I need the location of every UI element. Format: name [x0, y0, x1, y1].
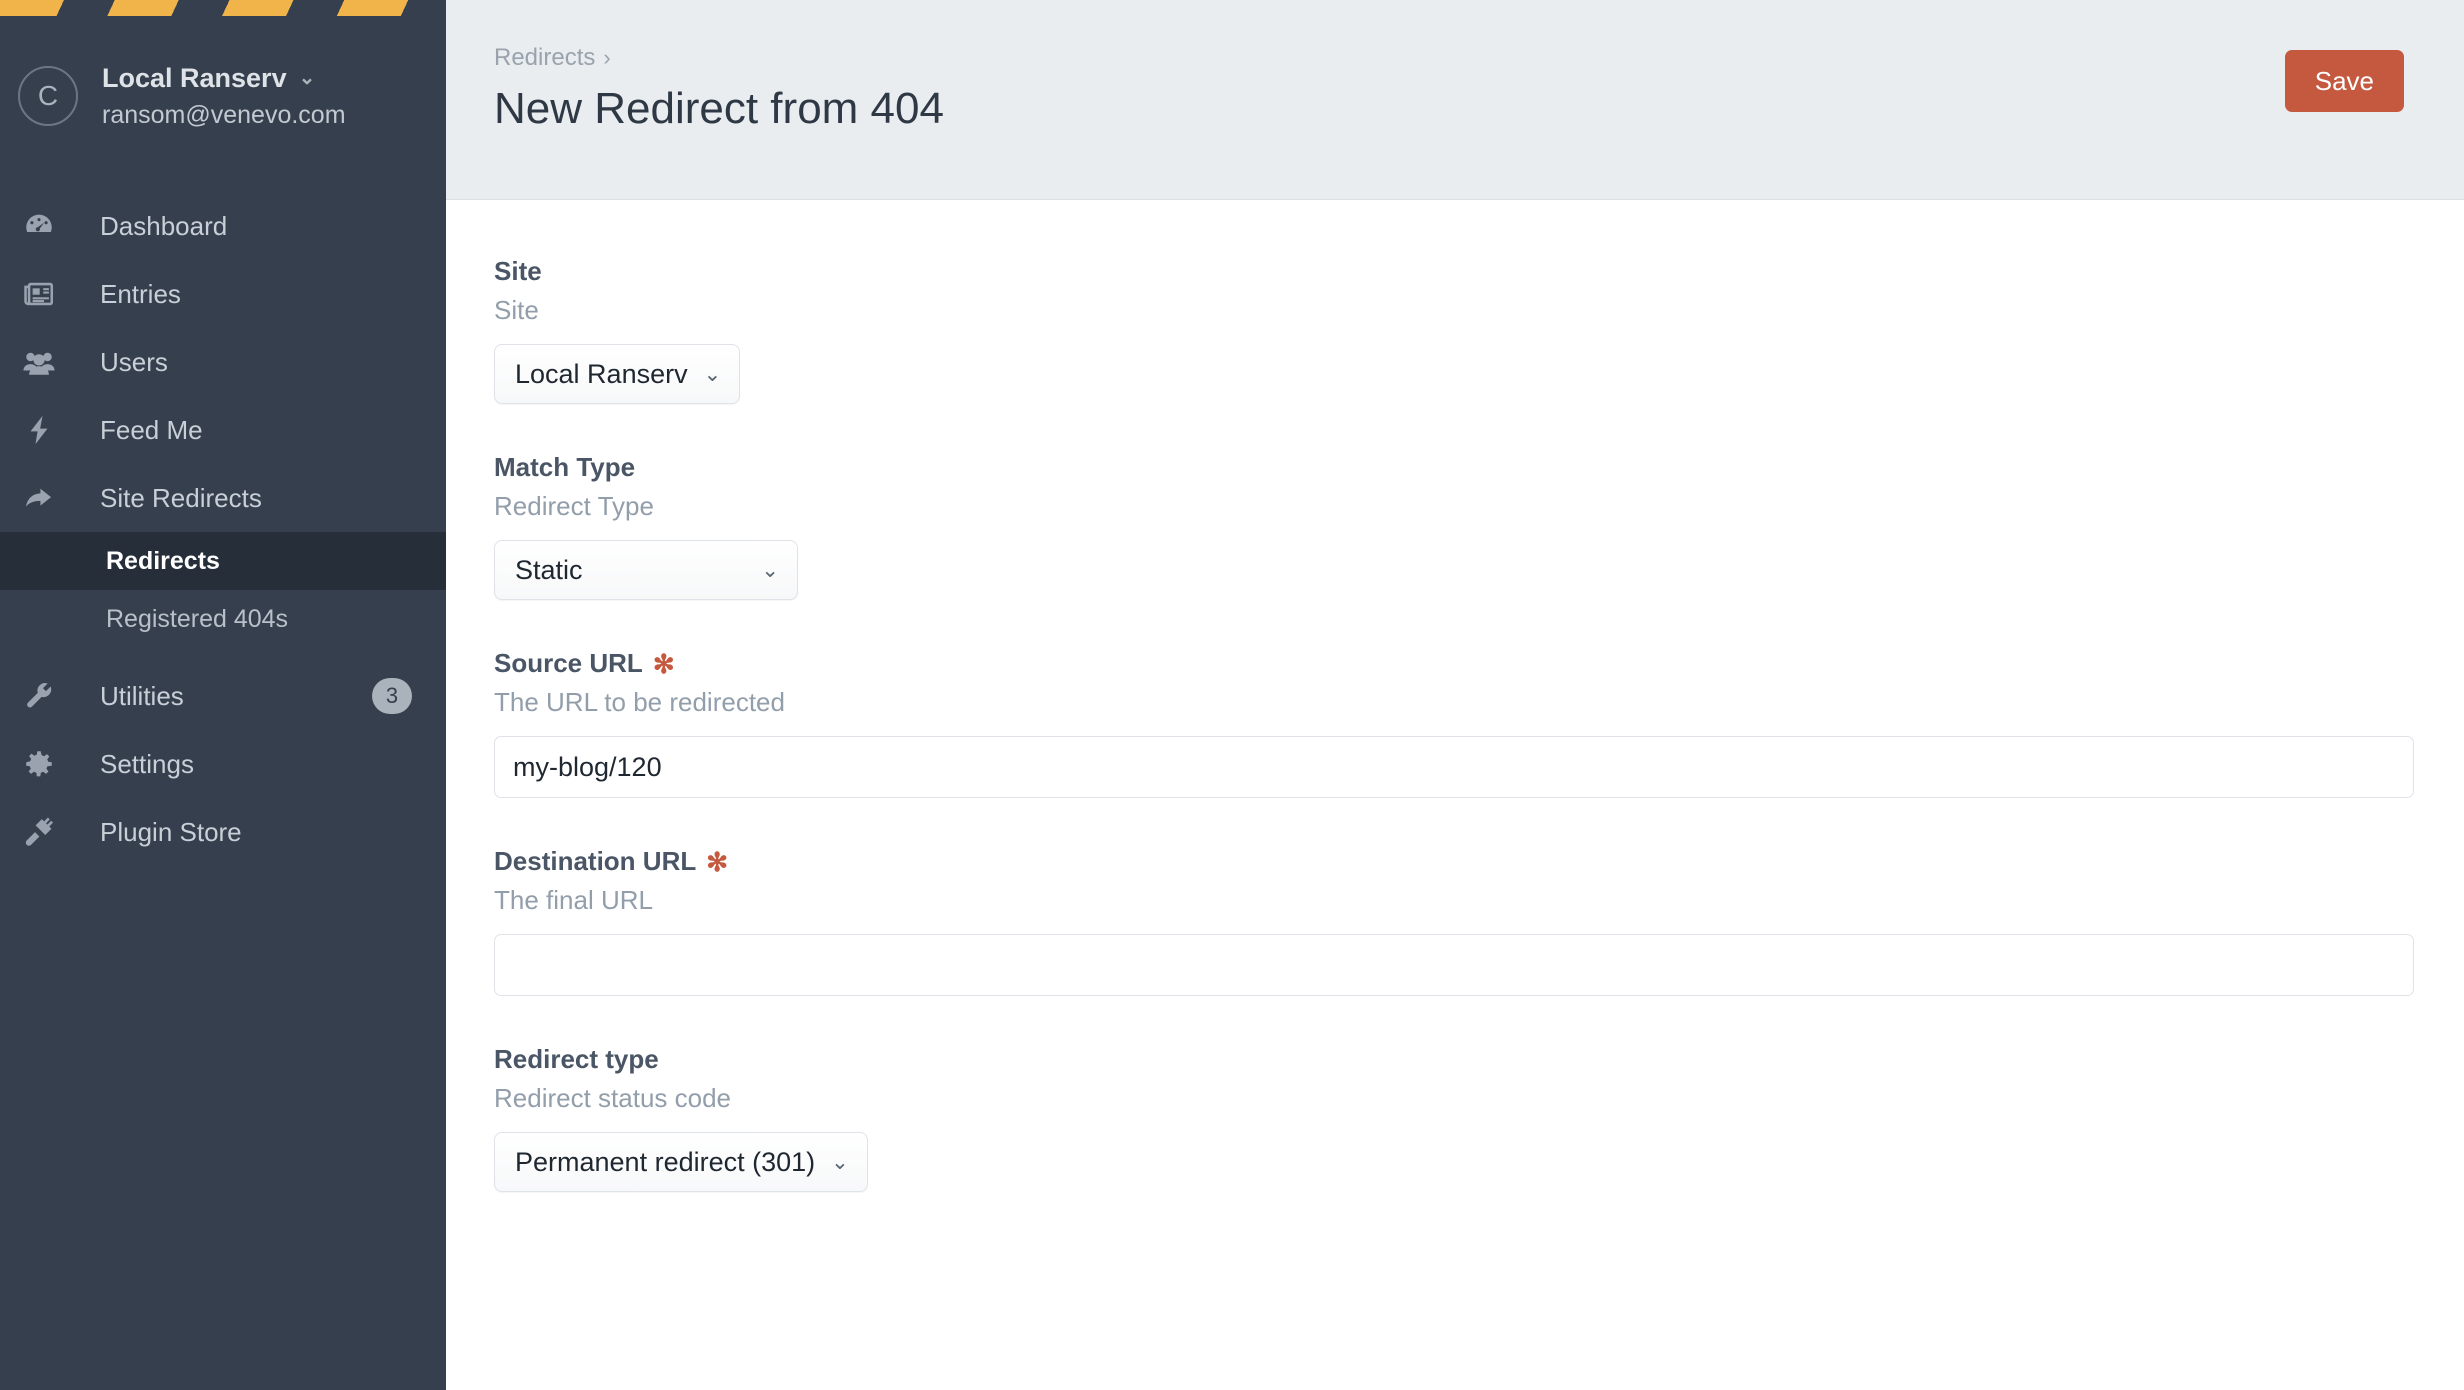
destination-url-input[interactable]	[494, 934, 2414, 996]
gear-icon	[22, 747, 78, 781]
redirect-type-select-value: Permanent redirect (301)	[515, 1146, 816, 1177]
sidebar-item-label: Site Redirects	[100, 482, 262, 513]
field-destination-url-label: Destination URL	[494, 846, 697, 876]
page-title: New Redirect from 404	[494, 84, 944, 133]
sidebar-item-site-redirects[interactable]: Site Redirects	[0, 464, 446, 532]
required-asterisk-icon: ✻	[706, 846, 729, 877]
sidebar: C Local Ranserv ⌄ ransom@venevo.com Dash…	[0, 0, 446, 1390]
breadcrumb: Redirects ›	[494, 44, 944, 72]
chevron-right-icon: ›	[603, 45, 611, 70]
sidebar-subitem-label: Redirects	[106, 546, 220, 575]
account-text: Local Ranserv ⌄ ransom@venevo.com	[102, 62, 346, 131]
dev-mode-stripe	[0, 0, 446, 16]
plug-icon	[22, 815, 78, 849]
save-button[interactable]: Save	[2284, 50, 2404, 112]
sidebar-item-utilities[interactable]: Utilities 3	[0, 662, 446, 730]
gauge-icon	[22, 209, 78, 243]
field-source-url-heading: Source URL ✻	[494, 648, 2416, 679]
field-destination-url: Destination URL ✻ The final URL	[494, 846, 2416, 996]
sidebar-item-label: Entries	[100, 278, 181, 309]
redirect-type-select[interactable]: Permanent redirect (301) ⌄	[494, 1132, 868, 1192]
wrench-icon	[22, 679, 78, 713]
sidebar-item-settings[interactable]: Settings	[0, 730, 446, 798]
match-type-select-value: Static	[515, 554, 583, 585]
redirect-form: Site Site Local Ranserv ⌄ Match Type Red…	[446, 200, 2464, 1192]
avatar: C	[18, 66, 78, 126]
chevron-down-icon: ⌄	[831, 1150, 849, 1174]
site-select[interactable]: Local Ranserv ⌄	[494, 344, 741, 404]
sidebar-item-plugin-store[interactable]: Plugin Store	[0, 798, 446, 866]
sidebar-subitem-label: Registered 404s	[106, 604, 289, 633]
page-header: Redirects › New Redirect from 404 Save	[446, 0, 2464, 200]
field-destination-url-instructions: The final URL	[494, 885, 653, 915]
field-match-type-instructions: Redirect Type	[494, 491, 654, 521]
sidebar-subitem-redirects[interactable]: Redirects	[0, 532, 446, 590]
field-destination-url-heading: Destination URL ✻	[494, 846, 2416, 877]
bolt-icon	[22, 413, 78, 447]
field-site-label: Site	[494, 256, 542, 286]
breadcrumb-link-redirects[interactable]: Redirects	[494, 44, 595, 72]
avatar-initial: C	[37, 80, 59, 111]
field-site-instructions: Site	[494, 295, 539, 325]
site-select-value: Local Ranserv	[515, 358, 688, 389]
sidebar-item-label: Feed Me	[100, 414, 203, 445]
field-redirect-type-heading: Redirect type	[494, 1044, 2416, 1075]
main-content: Redirects › New Redirect from 404 Save S…	[446, 0, 2464, 1390]
sidebar-nav: Dashboard Entries Users Feed Me Site Red…	[0, 192, 446, 866]
required-asterisk-icon: ✻	[652, 648, 675, 679]
account-email: ransom@venevo.com	[102, 101, 346, 130]
sidebar-item-label: Settings	[100, 748, 194, 779]
chevron-down-icon: ⌄	[761, 558, 779, 582]
sidebar-item-label: Plugin Store	[100, 816, 242, 847]
chevron-down-icon: ⌄	[298, 67, 316, 89]
sidebar-item-label: Users	[100, 346, 168, 377]
newspaper-icon	[22, 277, 78, 311]
app-root: C Local Ranserv ⌄ ransom@venevo.com Dash…	[0, 0, 2464, 1390]
field-site: Site Site Local Ranserv ⌄	[494, 256, 2416, 404]
field-source-url-instructions: The URL to be redirected	[494, 687, 785, 717]
account-name-row: Local Ranserv ⌄	[102, 62, 346, 96]
sidebar-item-label: Dashboard	[100, 210, 228, 241]
field-match-type-heading: Match Type	[494, 452, 2416, 483]
field-redirect-type-label: Redirect type	[494, 1044, 659, 1074]
sidebar-item-users[interactable]: Users	[0, 328, 446, 396]
status-badge: 3	[372, 678, 412, 714]
field-site-heading: Site	[494, 256, 2416, 287]
field-match-type-label: Match Type	[494, 452, 636, 482]
users-icon	[22, 345, 78, 379]
field-match-type: Match Type Redirect Type Static ⌄	[494, 452, 2416, 600]
arrow-redirect-icon	[22, 481, 78, 515]
field-source-url: Source URL ✻ The URL to be redirected	[494, 648, 2416, 798]
field-redirect-type-instructions: Redirect status code	[494, 1083, 732, 1113]
match-type-select[interactable]: Static ⌄	[494, 540, 798, 600]
page-header-left: Redirects › New Redirect from 404	[494, 44, 944, 135]
account-name: Local Ranserv	[102, 62, 287, 93]
sidebar-item-label: Utilities	[100, 680, 184, 711]
account-switcher[interactable]: C Local Ranserv ⌄ ransom@venevo.com	[0, 0, 446, 150]
sidebar-item-feed-me[interactable]: Feed Me	[0, 396, 446, 464]
chevron-down-icon: ⌄	[703, 362, 722, 386]
sidebar-item-dashboard[interactable]: Dashboard	[0, 192, 446, 260]
field-source-url-label: Source URL	[494, 648, 643, 678]
field-redirect-type: Redirect type Redirect status code Perma…	[494, 1044, 2416, 1192]
sidebar-item-entries[interactable]: Entries	[0, 260, 446, 328]
sidebar-subitem-registered-404s[interactable]: Registered 404s	[0, 590, 446, 648]
source-url-input[interactable]	[494, 736, 2414, 798]
